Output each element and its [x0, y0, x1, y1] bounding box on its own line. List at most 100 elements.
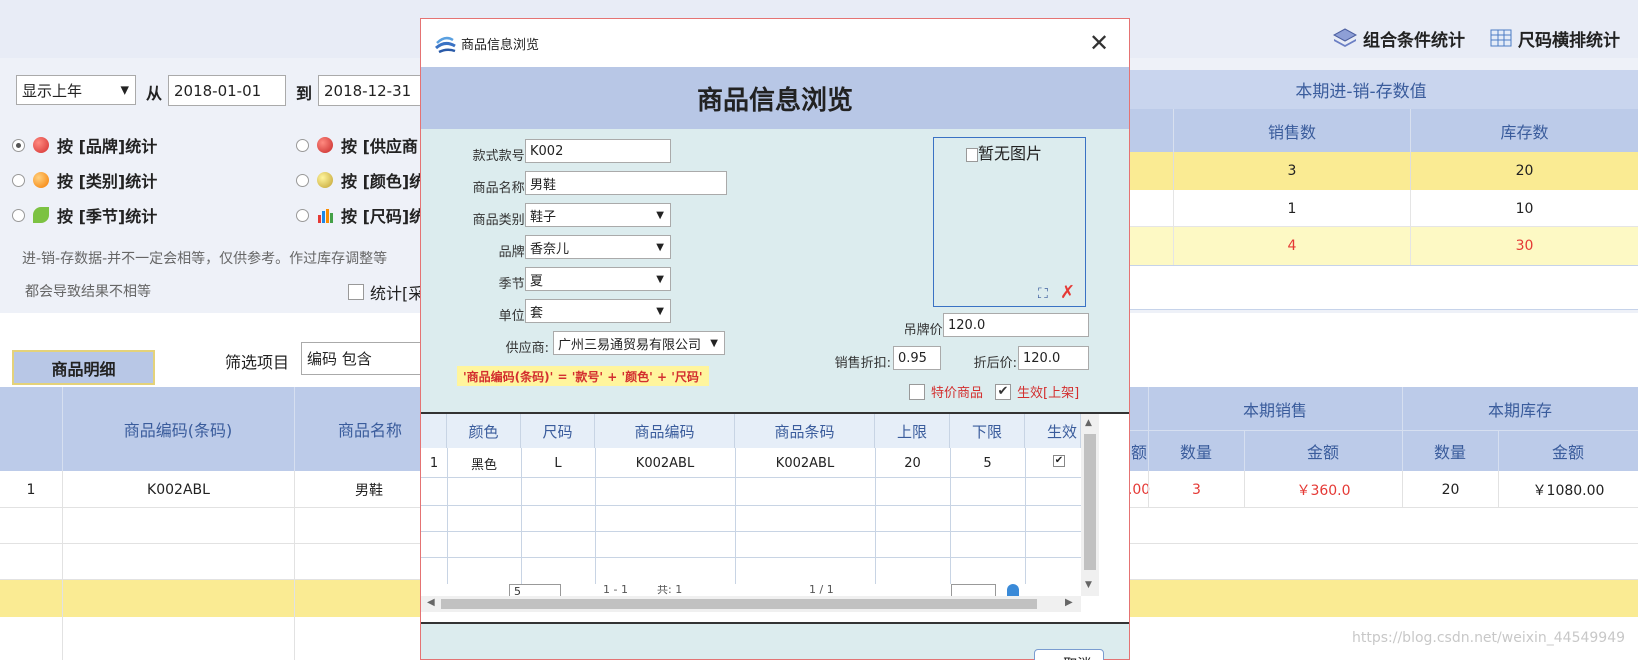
season-select[interactable]: 夏 ▼	[525, 267, 671, 291]
scroll-down-icon[interactable]: ▼	[1085, 580, 1092, 590]
radio-supplier[interactable]: 按 [供应商	[296, 133, 418, 157]
product-image-box[interactable]: 暂无图片 ⛶ ✗	[933, 137, 1086, 307]
header-name[interactable]: 商品名称	[294, 387, 420, 471]
summary-row-total[interactable]: 4 30	[1084, 227, 1638, 265]
special-checkbox[interactable]: 特价商品	[909, 382, 983, 401]
apple-icon	[33, 137, 49, 153]
radio-dot	[12, 173, 25, 187]
grid-header-effective[interactable]: 生效	[1025, 414, 1081, 448]
after-price-input[interactable]: 120.0	[1018, 346, 1089, 370]
radio-size[interactable]: 按 [尺码]统	[296, 203, 425, 227]
grid-header-barcode[interactable]: 商品条码	[735, 414, 875, 448]
header-stock-amount[interactable]: 金额	[1498, 430, 1638, 471]
scroll-up-icon[interactable]: ▲	[1085, 418, 1092, 428]
period-select[interactable]: 显示上年 ▼	[16, 75, 136, 105]
from-label: 从	[146, 84, 163, 103]
discount-value: 0.95	[898, 350, 927, 366]
checkbox-box	[348, 284, 364, 300]
radio-season[interactable]: 按 [季节]统计	[12, 203, 157, 227]
grid-header-index	[421, 414, 447, 448]
radio-category-label: 按 [类别]统计	[57, 172, 158, 191]
unit-value: 套	[530, 305, 544, 321]
brand-select[interactable]: 香奈儿 ▼	[525, 235, 671, 259]
delete-icon[interactable]: ✗	[1060, 282, 1075, 303]
dialog-titlebar: 商品信息浏览 ✕	[421, 19, 1129, 67]
grid-row-upper: 20	[904, 455, 921, 471]
layers-icon	[1333, 28, 1357, 47]
filter-field-select[interactable]: 编码 包含	[301, 342, 421, 375]
scroll-left-icon[interactable]: ◀	[427, 597, 435, 608]
header-stock-qty[interactable]: 数量	[1402, 430, 1498, 471]
combo-stat-label: 组合条件统计	[1363, 30, 1465, 51]
combo-stat-button[interactable]: 组合条件统计	[1333, 26, 1465, 51]
header-code[interactable]: 商品编码(条码)	[62, 387, 294, 471]
row-stock-amount: ￥1080.00	[1498, 471, 1638, 508]
name-input[interactable]: 男鞋	[525, 171, 727, 195]
tag-price-label: 吊牌价:	[903, 323, 947, 338]
vertical-scrollbar[interactable]: ▲ ▼	[1081, 414, 1099, 596]
binoculars-icon[interactable]: ⛶	[1038, 286, 1048, 302]
summary-sales-total: 4	[1173, 227, 1410, 265]
style-label: 款式款号:	[472, 149, 529, 164]
app-logo-icon	[435, 36, 456, 54]
summary-row-1[interactable]: 3 20	[1084, 152, 1638, 190]
check-icon[interactable]: ✔	[1053, 455, 1065, 467]
style-input[interactable]: K002	[525, 139, 671, 163]
supplier-select[interactable]: 广州三易通贸易有限公司 ▼	[553, 331, 725, 355]
radio-dot	[296, 173, 309, 187]
grid-header-code[interactable]: 商品编码	[595, 414, 735, 448]
page-jump-input[interactable]	[951, 584, 996, 596]
stat-checkbox[interactable]: 统计[采	[348, 280, 424, 304]
page-size-value: 5	[514, 585, 521, 596]
orange-icon	[33, 172, 49, 188]
cancel-button[interactable]: ☛ 取消	[1034, 649, 1104, 660]
to-label: 到	[296, 84, 313, 103]
header-sales-amount[interactable]: 金额	[1244, 430, 1402, 471]
style-value: K002	[530, 143, 564, 159]
header-period-sales: 本期销售	[1242, 400, 1307, 420]
radio-category[interactable]: 按 [类别]统计	[12, 168, 157, 192]
summary-header-stock: 库存数	[1410, 109, 1638, 152]
category-select[interactable]: 鞋子 ▼	[525, 203, 671, 227]
horizontal-scroll-thumb[interactable]	[441, 599, 1037, 609]
page-size-select[interactable]: 5	[509, 584, 561, 596]
scroll-right-icon[interactable]: ▶	[1065, 597, 1073, 608]
radio-brand[interactable]: 按 [品牌]统计	[12, 133, 157, 157]
name-label: 商品名称:	[472, 181, 529, 196]
header-partial-amount: 额	[1130, 442, 1147, 462]
summary-header-sales: 销售数	[1173, 109, 1410, 152]
size-stat-button[interactable]: 尺码横排统计	[1490, 26, 1620, 51]
grid-header-lower[interactable]: 下限	[950, 414, 1025, 448]
discount-label: 销售折扣:	[834, 356, 891, 371]
table-icon	[1490, 29, 1512, 47]
horizontal-scrollbar[interactable]: ◀ ▶	[421, 596, 1081, 612]
supplier-label: 供应商:	[505, 341, 549, 356]
radio-dot	[296, 208, 309, 222]
grid-header-color[interactable]: 颜色	[447, 414, 521, 448]
hand-icon: ☛	[1047, 656, 1060, 660]
summary-row-2[interactable]: 1 10	[1084, 190, 1638, 227]
chevron-down-icon: ▼	[656, 209, 664, 221]
header-sales-qty[interactable]: 数量	[1148, 430, 1244, 471]
note-line1: 进-销-存数据-并不一定会相等，仅供参考。作过库存调整等	[22, 251, 388, 267]
grid-header-upper[interactable]: 上限	[875, 414, 950, 448]
to-date-value: 2018-12-31	[324, 81, 412, 100]
radio-dot	[12, 138, 25, 152]
tab-detail[interactable]: 商品明细	[12, 350, 155, 385]
summary-stock-total: 30	[1410, 227, 1638, 265]
from-date-input[interactable]: 2018-01-01	[168, 75, 286, 106]
to-date-input[interactable]: 2018-12-31	[318, 75, 420, 106]
unit-select[interactable]: 套 ▼	[525, 299, 671, 323]
table-row[interactable]: 1 黑色 L K002ABL K002ABL 20 5 ✔	[421, 448, 1081, 478]
grid-header-size[interactable]: 尺码	[521, 414, 595, 448]
row-name: 男鞋	[294, 471, 420, 508]
close-icon[interactable]: ✕	[1089, 31, 1109, 55]
face-icon	[317, 172, 333, 188]
tag-price-input[interactable]: 120.0	[943, 313, 1089, 337]
radio-color[interactable]: 按 [颜色]统	[296, 168, 425, 192]
effective-checkbox[interactable]: ✔ 生效[上架]	[995, 382, 1079, 401]
go-icon[interactable]	[1007, 584, 1019, 596]
barcode-formula-note: '商品编码(条码)' = '款号' + '颜色' + '尺码'	[457, 366, 709, 386]
vertical-scroll-thumb[interactable]	[1084, 434, 1096, 570]
discount-input[interactable]: 0.95	[893, 346, 941, 370]
